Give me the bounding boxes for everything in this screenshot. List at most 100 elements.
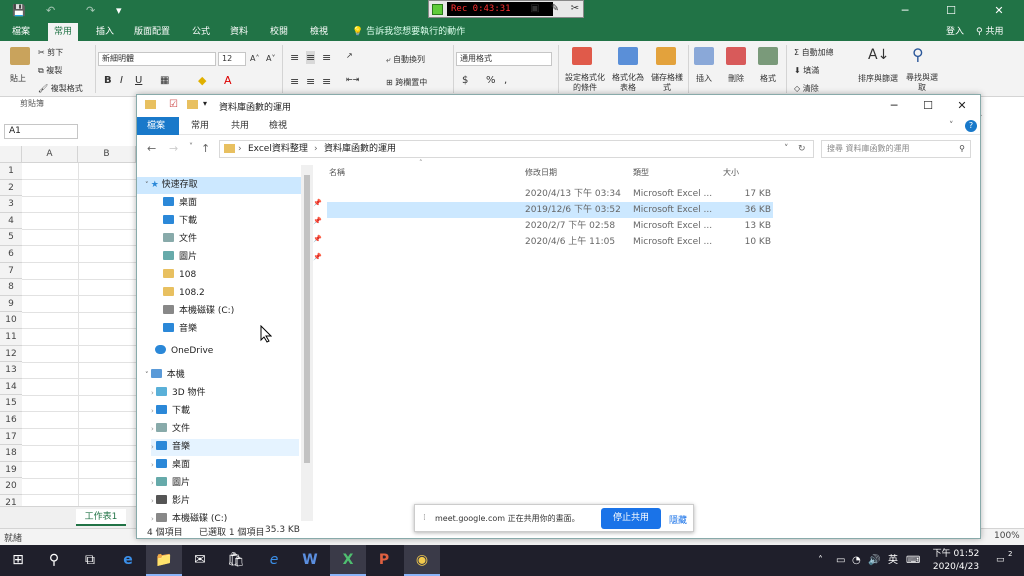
pin-icon[interactable]: 📌 <box>313 231 322 248</box>
align-right-icon[interactable]: ≡ <box>322 75 331 88</box>
delete-cells-icon[interactable] <box>726 47 746 65</box>
task-view-icon[interactable]: ⧉ <box>72 545 108 576</box>
border-icon[interactable]: ▦ <box>160 75 169 86</box>
row-header[interactable]: 6 <box>0 246 22 263</box>
paste-icon[interactable] <box>10 47 30 65</box>
file-explorer-taskbar-icon[interactable]: 📁 <box>146 545 182 576</box>
maximize-button[interactable]: ☐ <box>934 0 968 23</box>
nav-pc-item[interactable]: › 影片 <box>151 493 299 510</box>
nav-pc-item[interactable]: › 桌面 <box>151 457 299 474</box>
row-header[interactable]: 10 <box>0 312 22 329</box>
percent-button[interactable]: % <box>486 75 496 86</box>
pin-icon[interactable]: 📌 <box>313 213 322 230</box>
column-size[interactable]: 大小 <box>723 167 739 181</box>
refresh-icon[interactable]: ↻ <box>798 141 806 157</box>
name-box[interactable]: A1 <box>4 124 78 139</box>
row-header[interactable]: 20 <box>0 478 22 495</box>
store-icon[interactable]: 🛍 <box>218 545 254 576</box>
font-size-select[interactable]: 12 <box>218 52 246 66</box>
zoom-level[interactable]: 100% <box>994 531 1020 541</box>
share-button[interactable]: ⚲ 共用 <box>976 23 1003 41</box>
minimize-button[interactable]: ─ <box>888 0 922 23</box>
row-header[interactable]: 11 <box>0 329 22 346</box>
row-header[interactable]: 16 <box>0 412 22 429</box>
grow-font-button[interactable]: A˄ <box>250 54 259 63</box>
align-bottom-icon[interactable]: ≡ <box>322 51 331 64</box>
address-dropdown-icon[interactable]: ˅ <box>784 141 789 157</box>
ime-indicator[interactable]: 英 <box>888 545 898 576</box>
italic-button[interactable]: I <box>120 75 123 86</box>
volume-icon[interactable]: 🔊 <box>868 545 880 576</box>
battery-icon[interactable]: ▭ <box>836 545 845 576</box>
conditional-format-button[interactable]: 設定格式化的條件 <box>562 73 608 93</box>
conditional-format-icon[interactable] <box>572 47 592 65</box>
orientation-icon[interactable]: ↗ <box>346 51 353 60</box>
find-select-button[interactable]: 尋找與選取 <box>906 73 938 93</box>
row-header[interactable]: 7 <box>0 262 22 280</box>
explorer-tab-file[interactable]: 檔案 <box>137 117 179 135</box>
underline-button[interactable]: U <box>135 75 142 86</box>
column-type[interactable]: 類型 <box>633 167 649 181</box>
row-header[interactable]: 8 <box>0 279 22 296</box>
nav-quick-item[interactable]: 下載 📌 <box>163 213 322 230</box>
tell-me-search[interactable]: 💡 告訴我您想要執行的動作 <box>352 23 465 41</box>
up-arrow-icon[interactable]: ↑ <box>201 142 210 155</box>
clear-button[interactable]: ◇ 清除 <box>794 83 819 94</box>
record-indicator-icon[interactable] <box>432 4 443 15</box>
row-header[interactable]: 14 <box>0 378 22 396</box>
align-left-icon[interactable]: ≡ <box>290 75 299 88</box>
column-date[interactable]: 修改日期 <box>525 167 557 181</box>
edge-icon[interactable]: e <box>110 545 146 576</box>
mail-icon[interactable]: ✉ <box>182 545 218 576</box>
customize-quick-access-icon[interactable]: ▾ <box>116 4 122 17</box>
breadcrumb-current[interactable]: 資料庫函數的運用 <box>324 141 396 157</box>
column-header-b[interactable]: B <box>78 146 136 163</box>
tab-file[interactable]: 檔案 <box>6 23 36 41</box>
nav-pc-item[interactable]: › 下載 <box>151 403 299 420</box>
redo-icon[interactable]: ↷ <box>86 4 95 17</box>
align-top-icon[interactable]: ≡ <box>290 51 299 64</box>
row-header[interactable]: 1 <box>0 163 22 180</box>
merge-center-button[interactable]: ⊞ 跨欄置中 <box>386 77 427 88</box>
nav-pc-item[interactable]: › 文件 <box>151 421 299 438</box>
fill-button[interactable]: ⬇ 填滿 <box>794 65 819 76</box>
tab-insert[interactable]: 插入 <box>90 23 120 41</box>
row-header[interactable]: 17 <box>0 428 22 446</box>
explorer-tab-home[interactable]: 常用 <box>181 117 219 135</box>
close-button[interactable]: ✕ <box>982 0 1016 23</box>
breadcrumb-excel[interactable]: Excel資料整理 <box>248 141 308 157</box>
tab-home[interactable]: 常用 <box>48 23 79 41</box>
row-header[interactable]: 12 <box>0 345 22 363</box>
quick-access-dropdown-icon[interactable]: ▾ <box>203 99 207 108</box>
nav-scroll-thumb[interactable] <box>304 175 310 463</box>
nav-onedrive[interactable]: OneDrive <box>155 343 213 360</box>
cut-button[interactable]: ✂ 剪下 <box>38 47 63 58</box>
tab-view[interactable]: 檢視 <box>304 23 334 41</box>
save-icon[interactable]: 💾 <box>12 4 26 17</box>
explorer-tab-view[interactable]: 檢視 <box>259 117 297 135</box>
bold-button[interactable]: B <box>104 75 112 86</box>
scissors-icon[interactable]: ✂ <box>569 3 581 15</box>
taskbar-clock[interactable]: 下午 01:52 2020/4/23 <box>932 546 980 575</box>
align-middle-icon[interactable]: ≡ <box>306 51 316 64</box>
search-taskbar-icon[interactable]: ⚲ <box>36 545 72 576</box>
tab-review[interactable]: 校閱 <box>264 23 294 41</box>
column-header-a[interactable]: A <box>22 146 78 163</box>
autosum-button[interactable]: Σ 自動加總 <box>794 47 834 58</box>
align-center-icon[interactable]: ≡ <box>306 75 315 88</box>
explorer-search-input[interactable]: 搜尋 資料庫函數的運用 ⚲ <box>821 140 971 158</box>
column-name[interactable]: 名稱 <box>329 167 345 181</box>
tab-page-layout[interactable]: 版面配置 <box>128 23 176 41</box>
sheet-tab[interactable]: 工作表1 <box>76 509 126 526</box>
hide-button[interactable]: 隱藏 <box>669 513 687 526</box>
forward-arrow-icon[interactable]: → <box>169 142 178 155</box>
undo-icon[interactable]: ↶ <box>46 4 55 17</box>
sort-filter-icon[interactable]: A↓ <box>868 47 889 63</box>
nav-quick-item[interactable]: 文件 📌 <box>163 231 322 248</box>
paste-button[interactable]: 貼上 <box>10 73 26 84</box>
pen-icon[interactable]: ✎ <box>549 3 561 15</box>
font-name-select[interactable]: 新細明體 <box>98 52 216 66</box>
nav-quick-item[interactable]: 圖片 📌 <box>163 249 322 266</box>
row-header[interactable]: 18 <box>0 445 22 462</box>
address-bar[interactable]: › Excel資料整理 › 資料庫函數的運用 ˅ ↻ <box>219 140 814 158</box>
